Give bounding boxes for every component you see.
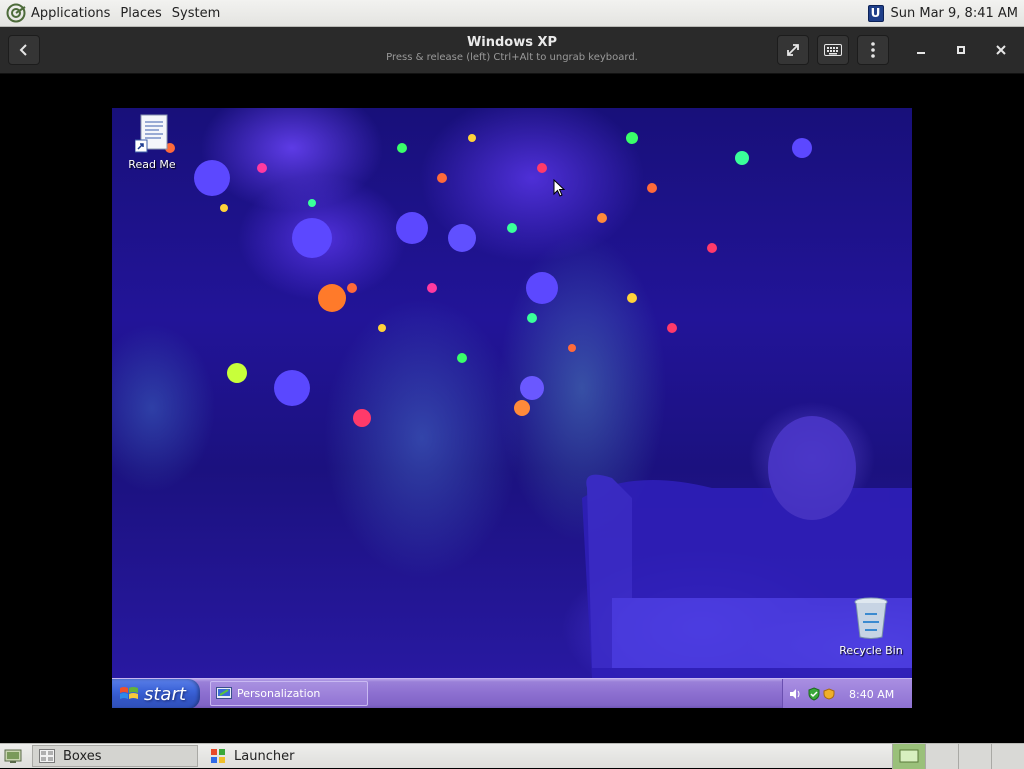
workspace-switcher <box>892 744 1024 769</box>
taskbar-button-label: Personalization <box>237 687 320 700</box>
window-list-label: Boxes <box>63 749 102 764</box>
workspace-3[interactable] <box>958 744 991 769</box>
back-arrow-icon <box>18 43 30 57</box>
kebab-menu-icon <box>871 42 875 58</box>
workspace-1[interactable] <box>892 744 925 769</box>
panel-clock[interactable]: Sun Mar 9, 8:41 AM <box>891 6 1019 21</box>
maximize-button[interactable] <box>946 35 976 65</box>
close-button[interactable] <box>986 35 1016 65</box>
show-desktop-icon <box>4 748 22 764</box>
workspace-4[interactable] <box>991 744 1024 769</box>
system-menu-label: System <box>172 6 220 21</box>
start-button-label: start <box>144 684 186 705</box>
top-panel: Applications Places System U Sun Mar 9, … <box>0 0 1024 27</box>
volume-icon[interactable] <box>789 688 801 700</box>
security-alert-icon[interactable] <box>823 688 835 700</box>
keyboard-icon <box>824 44 842 56</box>
taskbar-button-personalization[interactable]: Personalization <box>210 681 368 706</box>
boxes-app-icon <box>39 749 55 763</box>
desktop-icon-label: Read Me <box>128 158 175 171</box>
xp-system-tray: 8:40 AM <box>782 679 912 708</box>
os-logo-icon <box>6 3 26 23</box>
boxes-headerbar: Windows XP Press & release (left) Ctrl+A… <box>0 27 1024 74</box>
personalization-window-icon <box>216 687 232 701</box>
send-keys-button[interactable] <box>817 35 849 65</box>
applications-menu-label: Applications <box>31 6 110 21</box>
desktop-icon-read-me[interactable]: Read Me <box>117 114 187 171</box>
close-icon <box>996 45 1006 55</box>
workspace-window-icon <box>899 749 919 763</box>
maximize-icon <box>956 45 966 55</box>
mouse-pointer-icon <box>553 179 565 197</box>
minimize-icon <box>916 45 926 55</box>
window-subtitle: Press & release (left) Ctrl+Alt to ungra… <box>300 52 724 63</box>
minimize-button[interactable] <box>906 35 936 65</box>
back-button[interactable] <box>8 35 40 65</box>
desktop-icon-label: Recycle Bin <box>839 644 902 657</box>
xp-clock[interactable]: 8:40 AM <box>849 688 894 701</box>
places-menu-label: Places <box>120 6 161 21</box>
places-menu[interactable]: Places <box>115 0 166 27</box>
recycle-bin-icon <box>853 596 889 640</box>
vm-display-area[interactable]: Read Me Recycle Bin start <box>0 75 1024 743</box>
show-desktop-button[interactable] <box>0 744 26 769</box>
launcher-app-icon <box>210 748 226 764</box>
wallpaper-image <box>112 108 912 678</box>
xp-taskbar: start Personalization 8:40 AM <box>112 678 912 708</box>
windows-flag-icon <box>119 685 139 703</box>
fullscreen-icon <box>785 42 801 58</box>
window-list-item-boxes[interactable]: Boxes <box>32 745 198 767</box>
bottom-panel: Boxes Launcher <box>0 743 1024 768</box>
start-button[interactable]: start <box>112 679 200 708</box>
applications-menu[interactable]: Applications <box>0 0 115 27</box>
window-title: Windows XP <box>300 35 724 50</box>
tray-app-icon[interactable]: U <box>868 5 884 22</box>
guest-desktop[interactable]: Read Me Recycle Bin start <box>112 108 912 708</box>
system-menu[interactable]: System <box>167 0 225 27</box>
fullscreen-button[interactable] <box>777 35 809 65</box>
workspace-2[interactable] <box>925 744 958 769</box>
window-list-label: Launcher <box>234 749 294 764</box>
panel-tray: U Sun Mar 9, 8:41 AM <box>868 5 1024 22</box>
security-shield-icon[interactable] <box>807 687 821 701</box>
properties-menu-button[interactable] <box>857 35 889 65</box>
window-list-item-launcher[interactable]: Launcher <box>204 745 370 767</box>
desktop-icon-recycle-bin[interactable]: Recycle Bin <box>836 596 906 657</box>
document-shortcut-icon <box>135 114 169 154</box>
